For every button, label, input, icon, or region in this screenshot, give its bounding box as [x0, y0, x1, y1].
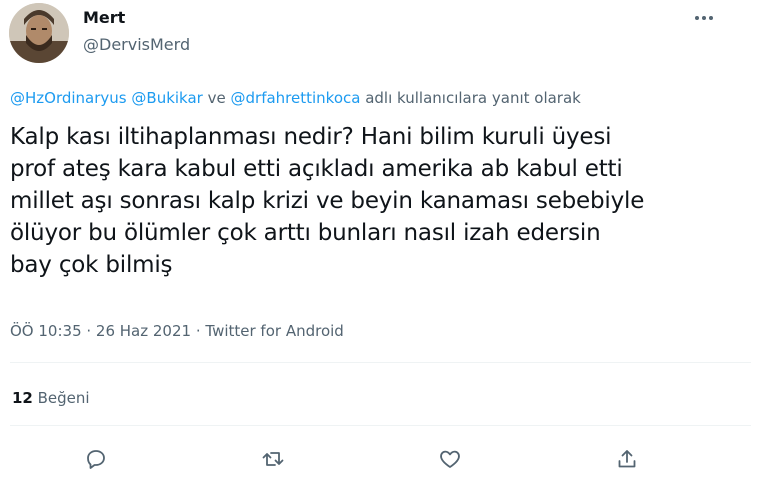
tweet-source[interactable]: Twitter for Android [205, 322, 343, 340]
reply-connector: ve [202, 89, 231, 107]
meta-separator: · [191, 322, 206, 340]
likes-count[interactable]: 12 Beğeni [12, 388, 90, 408]
like-button[interactable] [431, 440, 469, 478]
divider [10, 362, 751, 363]
avatar[interactable] [9, 3, 69, 63]
more-button[interactable] [690, 6, 718, 30]
share-button[interactable] [608, 440, 646, 478]
tweet: Mert @DervisMerd @HzOrdinaryus @Bukikar … [0, 0, 761, 493]
mention-link[interactable]: @HzOrdinaryus [10, 89, 127, 107]
tweet-text-line: bay çok bilmiş [10, 252, 173, 278]
mention-link[interactable]: @drfahrettinkoca [231, 89, 361, 107]
mention-link[interactable]: @Bukikar [131, 89, 202, 107]
tweet-text-line: millet aşı sonrası kalp krizi ve beyin k… [10, 188, 645, 214]
action-bar [0, 440, 761, 478]
tweet-text: Kalp kası iltihaplanması nedir? Hani bil… [10, 121, 740, 281]
tweet-text-line: ölüyor bu ölümler çok arttı bunları nası… [10, 220, 601, 246]
author-name[interactable]: Mert [83, 8, 125, 28]
avatar-image [9, 3, 69, 63]
more-horizontal-icon [695, 16, 713, 20]
author-handle[interactable]: @DervisMerd [83, 35, 190, 55]
tweet-text-line: prof ateş kara kabul etti açıkladı ameri… [10, 156, 623, 182]
tweet-time[interactable]: ÖÖ 10:35 [10, 322, 82, 340]
tweet-text-line: Kalp kası iltihaplanması nedir? Hani bil… [10, 124, 612, 150]
divider [10, 425, 751, 426]
like-count-label: Beğeni [32, 389, 90, 407]
reply-icon [87, 450, 105, 469]
tweet-meta: ÖÖ 10:35 · 26 Haz 2021 · Twitter for And… [10, 321, 344, 341]
retweet-icon [262, 452, 284, 466]
share-icon [618, 450, 636, 468]
meta-separator: · [81, 322, 96, 340]
like-count-number: 12 [12, 389, 33, 407]
tweet-date[interactable]: 26 Haz 2021 [96, 322, 191, 340]
reply-button[interactable] [77, 440, 115, 478]
heart-icon [440, 450, 460, 468]
retweet-button[interactable] [254, 440, 292, 478]
reply-context: @HzOrdinaryus @Bukikar ve @drfahrettinko… [10, 88, 581, 108]
reply-suffix: adlı kullanıcılara yanıt olarak [360, 89, 581, 107]
